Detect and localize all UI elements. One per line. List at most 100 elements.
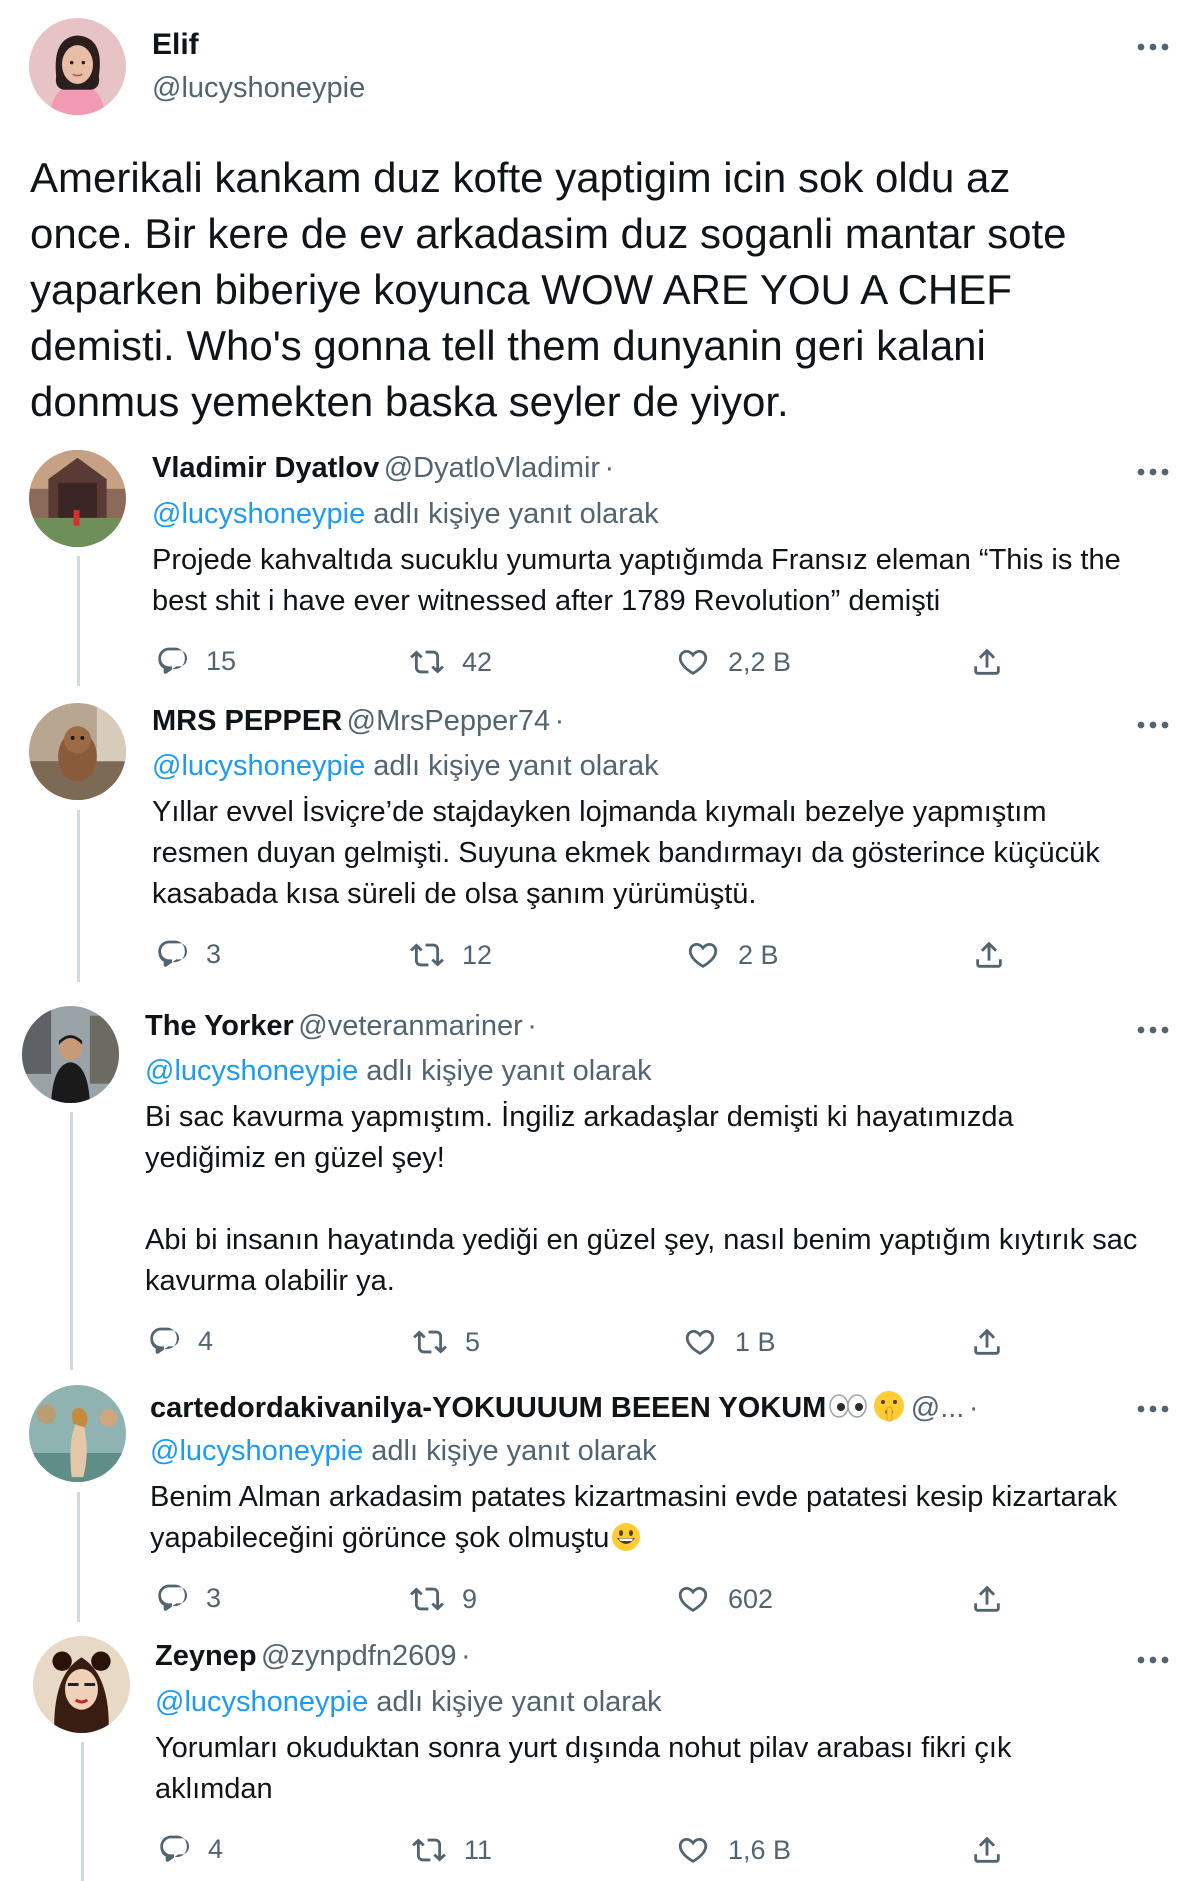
reply-text: Yıllar evvel İsviçre’de stajdayken lojma… bbox=[152, 792, 1100, 915]
reply-mention-link[interactable]: @lucyshoneypie bbox=[145, 1055, 358, 1087]
avatar[interactable] bbox=[33, 1636, 130, 1733]
reply-header: MRS PEPPER @MrsPepper74 · bbox=[152, 705, 564, 738]
more-options-icon[interactable] bbox=[1136, 1402, 1170, 1416]
more-options-icon[interactable] bbox=[1136, 1653, 1170, 1667]
like-count: 1 B bbox=[735, 1326, 776, 1357]
reply-text: Bi sac kavurma yapmıştım. İngiliz arkada… bbox=[145, 1097, 1137, 1302]
reply-count: 3 bbox=[206, 1582, 222, 1613]
reply-text-line: aklımdan bbox=[155, 1773, 273, 1805]
like-action[interactable]: 2,2 B bbox=[676, 645, 791, 679]
more-options-icon[interactable] bbox=[1136, 465, 1170, 479]
author-handle[interactable]: @lucyshoneypie bbox=[152, 72, 365, 105]
reply-text-line: Yorumları okuduktan sonra yurt dışında n… bbox=[155, 1732, 1012, 1764]
avatar[interactable] bbox=[29, 18, 126, 115]
retweet-count: 9 bbox=[462, 1583, 478, 1614]
reply-author-handle[interactable]: @MrsPepper74 bbox=[347, 705, 551, 737]
avatar[interactable] bbox=[22, 1006, 119, 1103]
tweet-text-line: once. Bir kere de ev arkadasim duz sogan… bbox=[30, 210, 1067, 257]
reply-header: Vladimir Dyatlov @DyatloVladimir · bbox=[152, 452, 614, 485]
share-action[interactable] bbox=[970, 645, 1022, 679]
retweet-count: 42 bbox=[462, 646, 493, 677]
reply-text-line: Benim Alman arkadasim patates kizartmasi… bbox=[150, 1481, 1118, 1513]
retweet-action[interactable]: 11 bbox=[412, 1833, 492, 1867]
reply-text-line: best shit i have ever witnessed after 17… bbox=[152, 585, 941, 617]
reply-mention-link[interactable]: @lucyshoneypie bbox=[152, 498, 365, 530]
more-options-icon[interactable] bbox=[1136, 1023, 1170, 1037]
reply-author-handle[interactable]: @zynpdfn2609 bbox=[261, 1640, 457, 1672]
reply-text: Benim Alman arkadasim patates kizartmasi… bbox=[150, 1477, 1117, 1559]
reply-count: 15 bbox=[206, 645, 237, 676]
avatar[interactable] bbox=[29, 450, 126, 547]
reply-action[interactable]: 4 bbox=[148, 1325, 213, 1357]
replying-to: @lucyshoneypie adlı kişiye yanıt olarak bbox=[145, 1055, 652, 1088]
share-action[interactable] bbox=[970, 1582, 1022, 1616]
reply-text: Yorumları okuduktan sonra yurt dışında n… bbox=[155, 1728, 1012, 1810]
reply-text-line: Projede kahvaltıda sucuklu yumurta yaptı… bbox=[152, 544, 1121, 576]
like-action[interactable]: 2 B bbox=[686, 938, 779, 972]
reply-action[interactable]: 3 bbox=[156, 938, 221, 970]
reply-header: The Yorker @veteranmariner · bbox=[145, 1010, 537, 1043]
replying-to: @lucyshoneypie adlı kişiye yanıt olarak bbox=[152, 750, 659, 783]
separator-dot: · bbox=[554, 705, 565, 737]
reply-author-name[interactable]: cartedordakivanilya-YOKUUUUM BEEEN YOKUM bbox=[150, 1392, 826, 1424]
reply-author-name[interactable]: Zeynep bbox=[155, 1640, 257, 1672]
reply-to-label: adlı kişiye yanıt olarak bbox=[371, 1435, 657, 1467]
eyes-emoji bbox=[828, 1392, 868, 1420]
thread-line bbox=[77, 1492, 80, 1622]
retweet-action[interactable]: 42 bbox=[410, 645, 492, 679]
author-name[interactable]: Elif bbox=[152, 28, 199, 62]
reply-author-handle[interactable]: @DyatloVladimir bbox=[384, 452, 600, 484]
retweet-count: 12 bbox=[462, 939, 493, 970]
reply-count: 3 bbox=[206, 938, 222, 969]
retweet-action[interactable]: 12 bbox=[410, 938, 492, 972]
replying-to: @lucyshoneypie adlı kişiye yanıt olarak bbox=[152, 498, 659, 531]
reply-mention-link[interactable]: @lucyshoneypie bbox=[150, 1435, 363, 1467]
like-action[interactable]: 602 bbox=[676, 1582, 773, 1616]
like-count: 2 B bbox=[738, 939, 779, 970]
tweet-text-line: Amerikali kankam duz kofte yaptigim icin… bbox=[30, 154, 1011, 201]
reply-count: 4 bbox=[198, 1325, 214, 1356]
share-action[interactable] bbox=[972, 938, 1024, 972]
grinning-face-emoji bbox=[611, 1522, 641, 1552]
reply-author-name[interactable]: Vladimir Dyatlov bbox=[152, 452, 379, 484]
reply-author-name[interactable]: The Yorker bbox=[145, 1010, 294, 1042]
reply-to-label: adlı kişiye yanıt olarak bbox=[376, 1686, 662, 1718]
reply-action[interactable]: 15 bbox=[156, 645, 236, 677]
share-action[interactable] bbox=[970, 1325, 1022, 1359]
like-action[interactable]: 1,6 B bbox=[676, 1833, 791, 1867]
reply-action[interactable]: 3 bbox=[156, 1582, 221, 1614]
tweet-text-line: yaparken biberiye koyunca WOW ARE YOU A … bbox=[30, 266, 1012, 313]
tweet-text-line: donmus yemekten baska seyler de yiyor. bbox=[30, 378, 789, 425]
separator-dot: · bbox=[604, 452, 615, 484]
reply-text: Projede kahvaltıda sucuklu yumurta yaptı… bbox=[152, 540, 1121, 622]
separator-dot: · bbox=[527, 1010, 537, 1042]
share-action[interactable] bbox=[970, 1833, 1022, 1867]
more-options-icon[interactable] bbox=[1136, 40, 1170, 54]
reply-text-line: yediğimiz en güzel şey! bbox=[145, 1142, 445, 1174]
like-action[interactable]: 1 B bbox=[683, 1325, 776, 1359]
reply-author-name[interactable]: MRS PEPPER bbox=[152, 705, 342, 737]
reply-to-label: adlı kişiye yanıt olarak bbox=[373, 750, 659, 782]
reply-author-handle[interactable]: @veteranmariner bbox=[298, 1010, 522, 1042]
avatar[interactable] bbox=[29, 1385, 126, 1482]
retweet-action[interactable]: 9 bbox=[410, 1582, 477, 1616]
thread-line bbox=[77, 810, 80, 982]
reply-text-spacer bbox=[145, 1179, 1137, 1220]
replying-to: @lucyshoneypie adlı kişiye yanıt olarak bbox=[155, 1686, 662, 1719]
thread-line bbox=[81, 1742, 84, 1881]
retweet-action[interactable]: 5 bbox=[413, 1325, 480, 1359]
reply-count: 4 bbox=[208, 1833, 224, 1864]
reply-text-line: Bi sac kavurma yapmıştım. İngiliz arkada… bbox=[145, 1101, 1014, 1133]
tweet-text: Amerikali kankam duz kofte yaptigim icin… bbox=[30, 150, 1067, 430]
separator-dot: · bbox=[460, 1640, 471, 1672]
reply-mention-link[interactable]: @lucyshoneypie bbox=[155, 1686, 368, 1718]
reply-action[interactable]: 4 bbox=[158, 1833, 223, 1865]
replying-to: @lucyshoneypie adlı kişiye yanıt olarak bbox=[150, 1435, 657, 1468]
reply-author-handle[interactable]: @... bbox=[911, 1392, 965, 1424]
thread-line bbox=[70, 1112, 73, 1370]
more-options-icon[interactable] bbox=[1136, 718, 1170, 732]
reply-mention-link[interactable]: @lucyshoneypie bbox=[152, 750, 365, 782]
avatar[interactable] bbox=[29, 703, 126, 800]
separator-dot: · bbox=[968, 1392, 979, 1424]
like-count: 602 bbox=[728, 1583, 774, 1614]
